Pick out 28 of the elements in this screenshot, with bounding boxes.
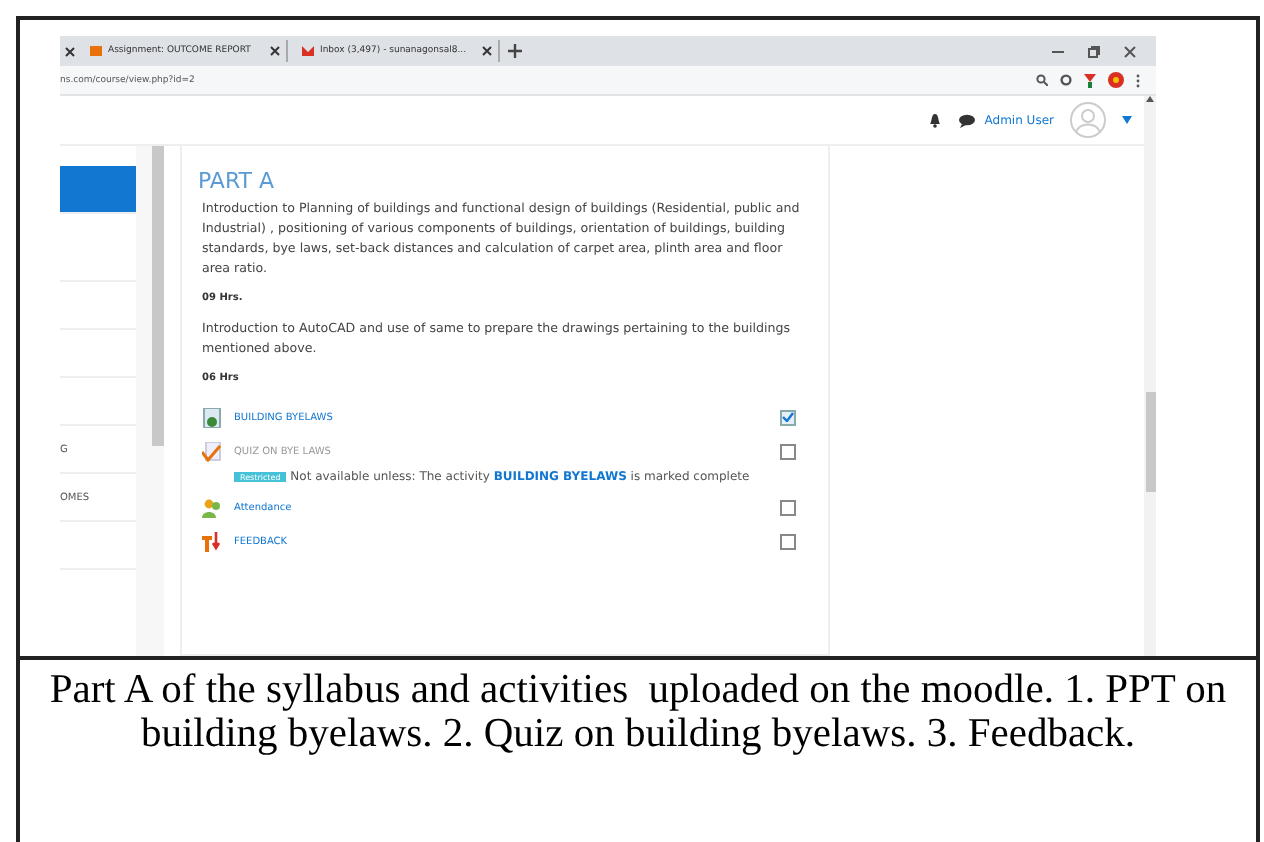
bell-icon[interactable] xyxy=(928,112,943,128)
caret-icon[interactable] xyxy=(1122,116,1132,124)
search-icon[interactable] xyxy=(1036,74,1048,86)
completion-checkbox[interactable] xyxy=(780,499,796,515)
feedback-icon xyxy=(202,531,222,551)
figure-caption: Part A of the syllabus and activities uploaded on the moodle. 1. PPT on building byelaws. 2. Quiz on building byelaws. 3. Feedback. xyxy=(47,668,1229,756)
completion-checkbox[interactable] xyxy=(780,409,796,425)
completion-checkbox[interactable] xyxy=(780,533,796,549)
scrollbar-thumb[interactable] xyxy=(1145,392,1155,492)
folder-icon xyxy=(90,44,102,58)
mail-icon xyxy=(302,44,314,58)
people-icon xyxy=(202,497,222,517)
close-icon[interactable] xyxy=(270,46,280,56)
chat-icon[interactable] xyxy=(958,113,977,127)
sidebar-item[interactable] xyxy=(60,166,136,214)
profile-icon[interactable] xyxy=(1108,72,1124,88)
quiz-icon xyxy=(202,441,222,461)
plus-icon[interactable] xyxy=(508,44,522,58)
extension-icon[interactable] xyxy=(1084,73,1096,87)
check-icon xyxy=(782,412,794,422)
document-icon xyxy=(202,407,222,427)
close-icon[interactable] xyxy=(64,45,76,57)
restore-icon[interactable] xyxy=(1088,45,1100,57)
close-icon[interactable] xyxy=(482,46,492,56)
minimize-icon[interactable] xyxy=(1052,45,1064,57)
close-icon[interactable] xyxy=(1124,45,1136,57)
scrollbar-thumb[interactable] xyxy=(152,146,164,446)
section-title: PART A xyxy=(198,168,277,194)
